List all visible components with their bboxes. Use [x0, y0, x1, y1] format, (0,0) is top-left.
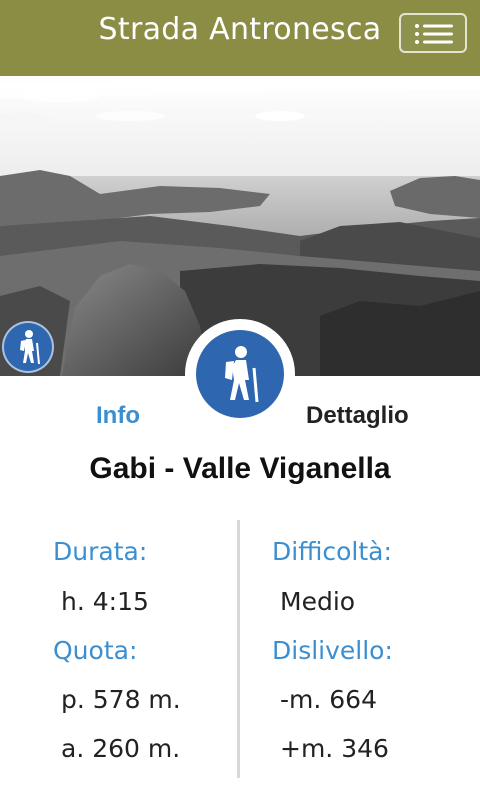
tab-dettaglio[interactable]: Dettaglio	[306, 402, 409, 430]
hamburger-menu-icon	[415, 24, 453, 44]
app-header: Strada Antronesca	[0, 0, 480, 88]
difficolta-label: Difficoltà:	[272, 537, 392, 566]
hike-mode-button[interactable]	[2, 321, 54, 373]
difficolta-value: Medio	[280, 587, 356, 616]
quota-label: Quota:	[53, 636, 138, 665]
route-title: Gabi - Valle Viganella	[89, 452, 391, 485]
durata-value: h. 4:15	[61, 587, 149, 616]
quota-arrival-value: a. 260 m.	[61, 734, 181, 763]
hiker-icon	[20, 330, 40, 365]
menu-button[interactable]	[399, 13, 467, 53]
dislivello-down-value: -m. 664	[280, 685, 377, 714]
dislivello-label: Dislivello:	[272, 636, 393, 665]
center-hiker-badge	[196, 330, 284, 418]
durata-label: Durata:	[53, 537, 148, 566]
column-divider	[237, 520, 240, 778]
quota-peak-value: p. 578 m.	[61, 685, 181, 714]
dislivello-up-value: +m. 346	[280, 734, 389, 763]
hiker-icon	[225, 346, 259, 403]
tab-info[interactable]: Info	[96, 402, 140, 430]
